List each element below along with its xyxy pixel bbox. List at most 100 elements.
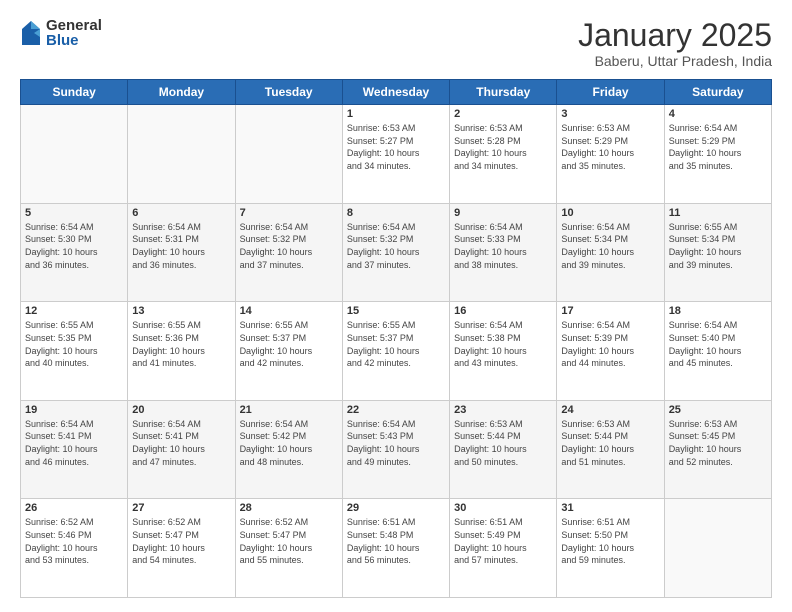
day-info-line-0: Sunrise: 6:54 AM <box>240 418 338 431</box>
day-info-line-2: Daylight: 10 hours <box>669 246 767 259</box>
day-info-line-1: Sunset: 5:30 PM <box>25 233 123 246</box>
day-info-line-0: Sunrise: 6:52 AM <box>25 516 123 529</box>
calendar-cell-1-5: 2Sunrise: 6:53 AMSunset: 5:28 PMDaylight… <box>450 105 557 204</box>
day-info-line-0: Sunrise: 6:54 AM <box>132 418 230 431</box>
header: General Blue January 2025 Baberu, Uttar … <box>20 18 772 69</box>
day-info-line-2: Daylight: 10 hours <box>669 443 767 456</box>
calendar-cell-4-3: 21Sunrise: 6:54 AMSunset: 5:42 PMDayligh… <box>235 400 342 499</box>
col-tuesday: Tuesday <box>235 80 342 105</box>
day-info-line-1: Sunset: 5:32 PM <box>347 233 445 246</box>
day-info-line-2: Daylight: 10 hours <box>561 147 659 160</box>
day-info-line-3: and 52 minutes. <box>669 456 767 469</box>
calendar-cell-4-6: 24Sunrise: 6:53 AMSunset: 5:44 PMDayligh… <box>557 400 664 499</box>
day-info-line-3: and 40 minutes. <box>25 357 123 370</box>
day-number: 25 <box>669 404 767 416</box>
calendar-cell-2-5: 9Sunrise: 6:54 AMSunset: 5:33 PMDaylight… <box>450 203 557 302</box>
calendar-cell-5-6: 31Sunrise: 6:51 AMSunset: 5:50 PMDayligh… <box>557 499 664 598</box>
col-thursday: Thursday <box>450 80 557 105</box>
day-info-line-0: Sunrise: 6:54 AM <box>454 319 552 332</box>
day-info-line-2: Daylight: 10 hours <box>25 542 123 555</box>
calendar-cell-5-5: 30Sunrise: 6:51 AMSunset: 5:49 PMDayligh… <box>450 499 557 598</box>
day-number: 12 <box>25 305 123 317</box>
calendar-cell-2-1: 5Sunrise: 6:54 AMSunset: 5:30 PMDaylight… <box>21 203 128 302</box>
day-info-line-1: Sunset: 5:35 PM <box>25 332 123 345</box>
day-number: 20 <box>132 404 230 416</box>
day-info-line-3: and 39 minutes. <box>561 259 659 272</box>
day-info-line-0: Sunrise: 6:55 AM <box>25 319 123 332</box>
day-number: 8 <box>347 207 445 219</box>
day-info-line-3: and 49 minutes. <box>347 456 445 469</box>
day-number: 13 <box>132 305 230 317</box>
day-info-line-2: Daylight: 10 hours <box>240 345 338 358</box>
day-info-line-2: Daylight: 10 hours <box>347 542 445 555</box>
day-info-line-1: Sunset: 5:34 PM <box>561 233 659 246</box>
day-info-line-2: Daylight: 10 hours <box>132 246 230 259</box>
calendar-cell-4-7: 25 Sunrise: 6:53 AMSunset: 5:45 PMDayligh… <box>664 400 771 499</box>
day-info-line-3: and 42 minutes. <box>240 357 338 370</box>
day-info-line-0: Sunrise: 6:53 AM <box>561 122 659 135</box>
calendar-cell-5-4: 29 Sunrise: 6:51 AMSunset: 5:48 PMDayligh… <box>342 499 449 598</box>
logo-icon <box>20 19 42 47</box>
day-info-line-3: and 51 minutes. <box>561 456 659 469</box>
day-info-line-0: Sunrise: 6:51 AM <box>561 516 659 529</box>
day-info-line-2: Daylight: 10 hours <box>454 542 552 555</box>
day-info-line-1: Sunset: 5:45 PM <box>669 430 767 443</box>
day-info-line-3: and 56 minutes. <box>347 554 445 567</box>
logo-text: General Blue <box>46 18 102 48</box>
day-info-line-3: and 53 minutes. <box>25 554 123 567</box>
day-info-line-0: Sunrise: 6:53 AM <box>347 122 445 135</box>
day-info-line-3: and 36 minutes. <box>132 259 230 272</box>
day-info-line-3: and 44 minutes. <box>561 357 659 370</box>
calendar-cell-3-4: 15Sunrise: 6:55 AMSunset: 5:37 PMDayligh… <box>342 302 449 401</box>
day-info-line-2: Daylight: 10 hours <box>132 345 230 358</box>
day-info-line-1: Sunset: 5:33 PM <box>454 233 552 246</box>
day-info-line-0: Sunrise: 6:54 AM <box>347 221 445 234</box>
day-info-line-3: and 34 minutes. <box>454 160 552 173</box>
day-info-line-2: Daylight: 10 hours <box>454 147 552 160</box>
day-info-line-3: and 57 minutes. <box>454 554 552 567</box>
logo: General Blue <box>20 18 102 48</box>
day-info-line-0: Sunrise: 6:55 AM <box>132 319 230 332</box>
calendar-cell-3-6: 17Sunrise: 6:54 AMSunset: 5:39 PMDayligh… <box>557 302 664 401</box>
day-info-line-0: Sunrise: 6:52 AM <box>132 516 230 529</box>
day-info-line-0: Sunrise: 6:53 AM <box>669 418 767 431</box>
day-number: 26 <box>25 502 123 514</box>
day-info-line-3: and 55 minutes. <box>240 554 338 567</box>
calendar-cell-5-1: 26 Sunrise: 6:52 AMSunset: 5:46 PMDayligh… <box>21 499 128 598</box>
day-info-line-0: Sunrise: 6:53 AM <box>454 418 552 431</box>
col-saturday: Saturday <box>664 80 771 105</box>
col-monday: Monday <box>128 80 235 105</box>
day-info-line-0: Sunrise: 6:55 AM <box>240 319 338 332</box>
calendar-cell-3-1: 12Sunrise: 6:55 AMSunset: 5:35 PMDayligh… <box>21 302 128 401</box>
day-info-line-3: and 38 minutes. <box>454 259 552 272</box>
calendar-cell-3-3: 14Sunrise: 6:55 AMSunset: 5:37 PMDayligh… <box>235 302 342 401</box>
day-info-line-2: Daylight: 10 hours <box>240 246 338 259</box>
day-info-line-2: Daylight: 10 hours <box>347 246 445 259</box>
day-number: 11 <box>669 207 767 219</box>
day-number: 15 <box>347 305 445 317</box>
day-info-line-0: Sunrise: 6:55 AM <box>669 221 767 234</box>
calendar-cell-3-7: 18Sunrise: 6:54 AMSunset: 5:40 PMDayligh… <box>664 302 771 401</box>
day-info-line-1: Sunset: 5:46 PM <box>25 529 123 542</box>
calendar-cell-4-1: 19Sunrise: 6:54 AMSunset: 5:41 PMDayligh… <box>21 400 128 499</box>
day-number: 4 <box>669 108 767 120</box>
calendar-cell-1-7: 4Sunrise: 6:54 AMSunset: 5:29 PMDaylight… <box>664 105 771 204</box>
day-number: 17 <box>561 305 659 317</box>
day-number: 30 <box>454 502 552 514</box>
day-info-line-1: Sunset: 5:48 PM <box>347 529 445 542</box>
day-info-line-3: and 43 minutes. <box>454 357 552 370</box>
day-info-line-0: Sunrise: 6:51 AM <box>347 516 445 529</box>
calendar-week-4: 19Sunrise: 6:54 AMSunset: 5:41 PMDayligh… <box>21 400 772 499</box>
day-info-line-2: Daylight: 10 hours <box>561 246 659 259</box>
day-number: 24 <box>561 404 659 416</box>
day-info-line-2: Daylight: 10 hours <box>240 542 338 555</box>
day-number: 29 <box>347 502 445 514</box>
day-info-line-0: Sunrise: 6:54 AM <box>669 319 767 332</box>
day-number: 23 <box>454 404 552 416</box>
day-info-line-0: Sunrise: 6:55 AM <box>347 319 445 332</box>
day-info-line-1: Sunset: 5:27 PM <box>347 135 445 148</box>
calendar-week-1: 1Sunrise: 6:53 AMSunset: 5:27 PMDaylight… <box>21 105 772 204</box>
calendar-cell-1-6: 3Sunrise: 6:53 AMSunset: 5:29 PMDaylight… <box>557 105 664 204</box>
day-info-line-1: Sunset: 5:42 PM <box>240 430 338 443</box>
col-friday: Friday <box>557 80 664 105</box>
